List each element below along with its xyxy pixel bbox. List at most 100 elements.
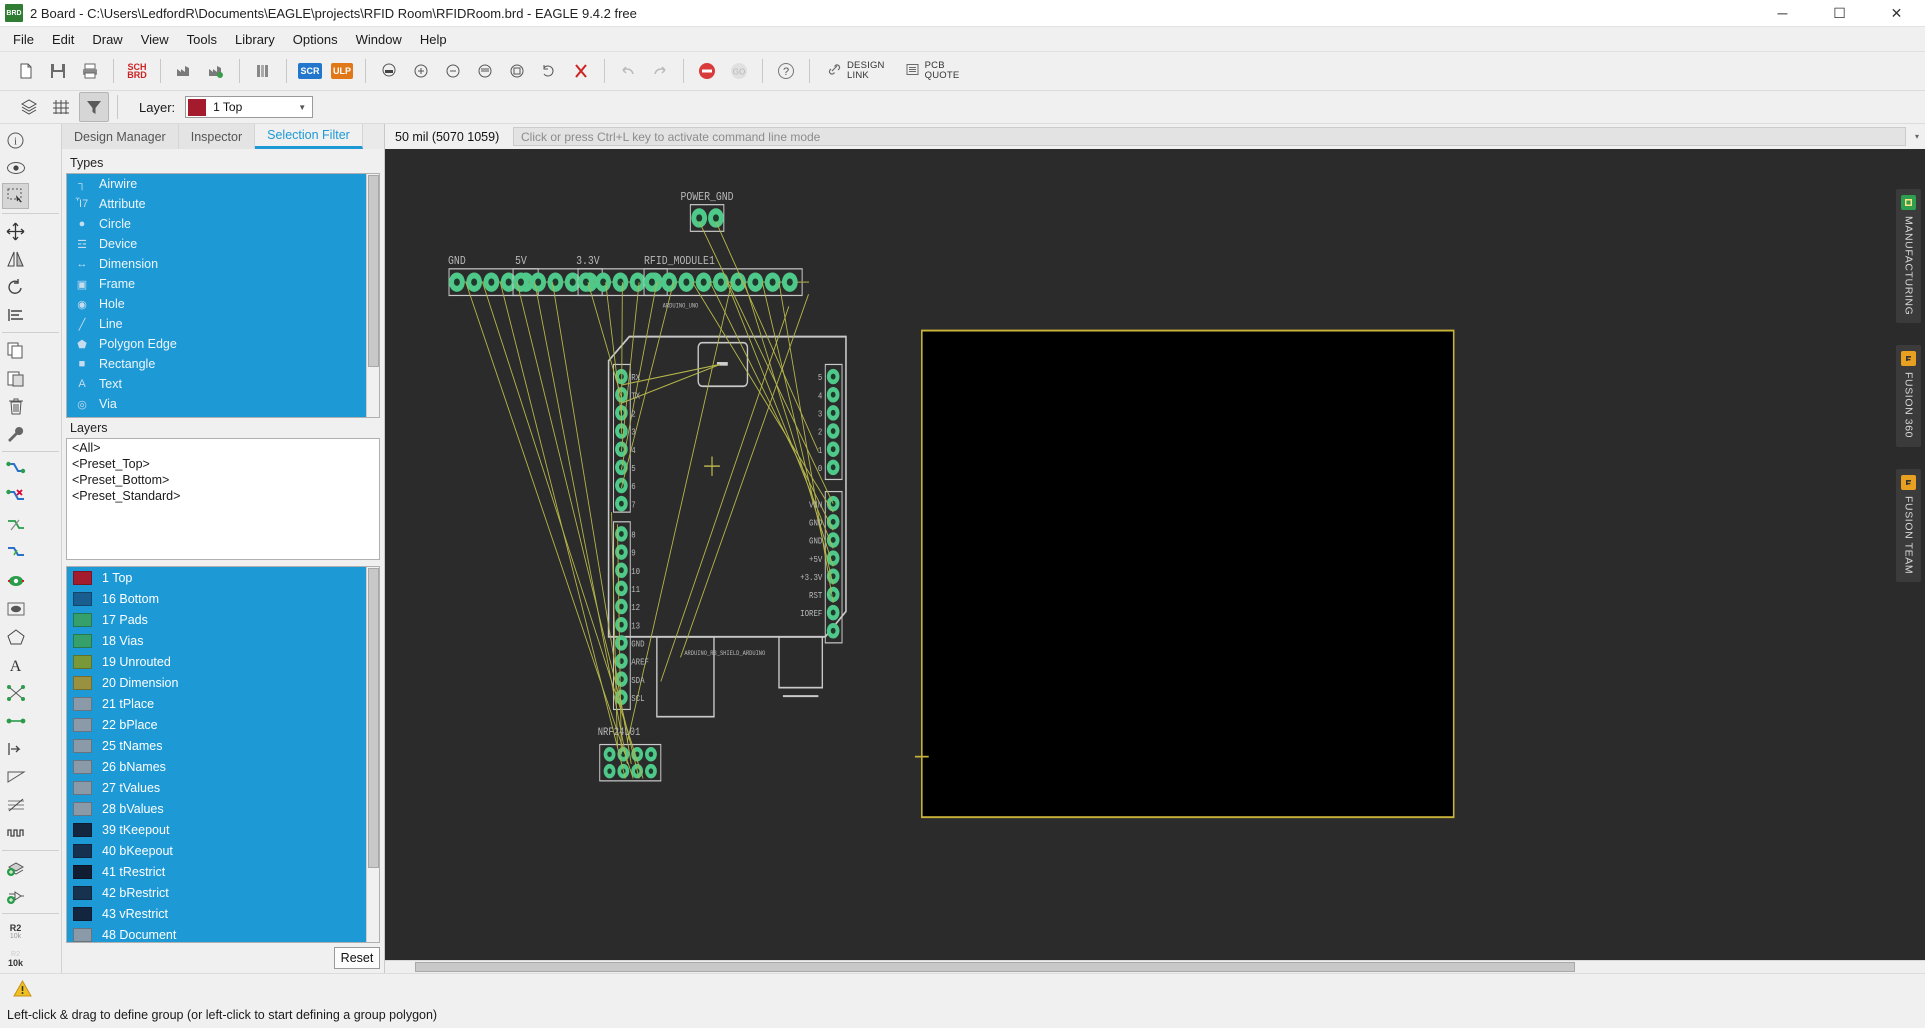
type-row[interactable]: ↔ Dimension	[67, 254, 379, 274]
close-button[interactable]: ✕	[1868, 0, 1925, 27]
layer-preset-row[interactable]: <Preset_Bottom>	[67, 473, 379, 489]
schematic-switch-icon[interactable]: SCH BRD	[122, 56, 152, 86]
manufacturing-tab[interactable]: MANUFACTURING	[1896, 189, 1921, 324]
menu-draw[interactable]: Draw	[83, 29, 131, 50]
type-row[interactable]: ┐ Airwire	[67, 174, 379, 194]
layers-scrollbar[interactable]	[366, 567, 379, 942]
polygon-tool-icon[interactable]	[2, 624, 29, 650]
reset-button[interactable]: Reset	[334, 947, 380, 969]
layer-presets-list[interactable]: <All> <Preset_Top> <Preset_Bottom> <Preset_…	[66, 438, 380, 560]
info-tool-icon[interactable]: i	[2, 127, 29, 153]
name-tool-icon[interactable]: R2 10k	[2, 918, 29, 944]
layers-list[interactable]: 1 Top 16 Bottom 17 Pads 18 Vias 19 Unrouted 2…	[66, 566, 380, 943]
layer-row[interactable]: 25 tNames	[67, 735, 379, 756]
split-tool-icon[interactable]	[2, 512, 29, 538]
layer-color-swatch[interactable]	[73, 885, 92, 900]
menu-library[interactable]: Library	[226, 29, 284, 50]
layer-color-swatch[interactable]	[73, 717, 92, 732]
layer-color-swatch[interactable]	[73, 675, 92, 690]
types-scrollbar[interactable]	[366, 174, 379, 417]
layer-color-swatch[interactable]	[73, 906, 92, 921]
type-row[interactable]: ╱ Line	[67, 314, 379, 334]
layer-row[interactable]: 27 tValues	[67, 777, 379, 798]
layer-row[interactable]: 19 Unrouted	[67, 651, 379, 672]
text-tool-icon[interactable]: A	[2, 652, 29, 678]
type-row[interactable]: ▣ Frame	[67, 274, 379, 294]
grid-icon[interactable]	[47, 92, 77, 122]
type-row[interactable]: ◎ Via	[67, 394, 379, 414]
layer-row[interactable]: 28 bValues	[67, 798, 379, 819]
undo-icon[interactable]	[613, 56, 643, 86]
ulp-icon[interactable]: ULP	[327, 56, 357, 86]
change-tool-icon[interactable]	[2, 421, 29, 447]
command-line-input[interactable]: Click or press Ctrl+L key to activate co…	[513, 127, 1906, 146]
layer-row[interactable]: 41 tRestrict	[67, 861, 379, 882]
layer-row[interactable]: 18 Vias	[67, 630, 379, 651]
type-row[interactable]: Ἷ7 Attribute	[67, 194, 379, 214]
airwire-tool-icon[interactable]	[2, 708, 29, 734]
fusion-360-tab[interactable]: FUSION 360	[1896, 345, 1921, 447]
print-icon[interactable]	[75, 56, 105, 86]
chevron-down-icon[interactable]: ▼	[298, 103, 310, 112]
script-icon[interactable]: SCR	[295, 56, 325, 86]
via-tool-icon[interactable]	[2, 568, 29, 594]
zoom-out-icon[interactable]	[438, 56, 468, 86]
menu-tools[interactable]: Tools	[178, 29, 226, 50]
type-row[interactable]: A Text	[67, 374, 379, 394]
help-icon[interactable]: ?	[771, 56, 801, 86]
layer-row[interactable]: 26 bNames	[67, 756, 379, 777]
types-list[interactable]: ┐ Airwire Ἷ7 Attribute ● Circle ☲ Device ↔ Dimens…	[66, 173, 380, 418]
stop-icon[interactable]	[692, 56, 722, 86]
layer-color-swatch[interactable]	[73, 927, 92, 942]
pcb-quote-button[interactable]: PCB QUOTE	[895, 56, 970, 86]
rotate-tool-icon[interactable]	[2, 274, 29, 300]
fusion-team-tab[interactable]: FUSION TEAM	[1896, 468, 1921, 582]
layer-color-swatch[interactable]	[73, 654, 92, 669]
type-row[interactable]: ● Circle	[67, 214, 379, 234]
layer-color-swatch[interactable]	[73, 633, 92, 648]
layer-row[interactable]: 16 Bottom	[67, 588, 379, 609]
layer-color-swatch[interactable]	[73, 801, 92, 816]
miter-tool-icon[interactable]	[2, 540, 29, 566]
layer-row[interactable]: 1 Top	[67, 567, 379, 588]
layers-icon[interactable]	[15, 92, 45, 122]
types-scroll-thumb[interactable]	[368, 175, 379, 367]
warning-triangle-icon[interactable]	[0, 979, 44, 997]
layer-row[interactable]: 21 tPlace	[67, 693, 379, 714]
command-history-chevron-icon[interactable]: ▾	[1909, 132, 1925, 141]
horizontal-scrollbar[interactable]	[385, 960, 1925, 973]
layer-color-swatch[interactable]	[73, 780, 92, 795]
layer-row[interactable]: 20 Dimension	[67, 672, 379, 693]
type-row[interactable]: ◉ Hole	[67, 294, 379, 314]
menu-edit[interactable]: Edit	[43, 29, 83, 50]
design-link-button[interactable]: DESIGN LINK	[817, 56, 895, 86]
maximize-button[interactable]: ☐	[1811, 0, 1868, 27]
layer-row[interactable]: 48 Document	[67, 924, 379, 942]
menu-window[interactable]: Window	[347, 29, 411, 50]
zoom-fit-icon[interactable]	[374, 56, 404, 86]
layer-preset-row[interactable]: <Preset_Top>	[67, 457, 379, 473]
menu-view[interactable]: View	[132, 29, 178, 50]
menu-help[interactable]: Help	[411, 29, 456, 50]
layer-select[interactable]: 1 Top ▼	[185, 96, 314, 118]
layer-row[interactable]: 17 Pads	[67, 609, 379, 630]
pcb-canvas[interactable]: RX TX 2 3 4 5 6 7 8 9 10 11 12 13 GND AREF SDA SCL 5 4 3 2 1 0 V…	[385, 149, 1892, 960]
length-tool-icon[interactable]	[2, 820, 29, 846]
layer-color-swatch[interactable]	[73, 822, 92, 837]
go-icon[interactable]: GO	[724, 56, 754, 86]
manufacturing-icon[interactable]	[169, 56, 199, 86]
type-row[interactable]: ☲ Device	[67, 234, 379, 254]
layer-color-swatch[interactable]	[73, 759, 92, 774]
tab-selection-filter[interactable]: Selection Filter	[255, 124, 363, 149]
layer-color-swatch[interactable]	[73, 591, 92, 606]
tab-inspector[interactable]: Inspector	[178, 124, 256, 149]
move-tool-icon[interactable]	[2, 218, 29, 244]
copy-tool-icon[interactable]	[2, 337, 29, 363]
layer-preset-row[interactable]: <Preset_Standard>	[67, 489, 379, 505]
layer-color-swatch[interactable]	[73, 843, 92, 858]
ripup-tool-icon[interactable]	[2, 484, 29, 510]
menu-options[interactable]: Options	[284, 29, 347, 50]
zoom-in-icon[interactable]	[406, 56, 436, 86]
type-row[interactable]: ■ Rectangle	[67, 354, 379, 374]
type-row[interactable]: ⬟ Polygon Edge	[67, 334, 379, 354]
